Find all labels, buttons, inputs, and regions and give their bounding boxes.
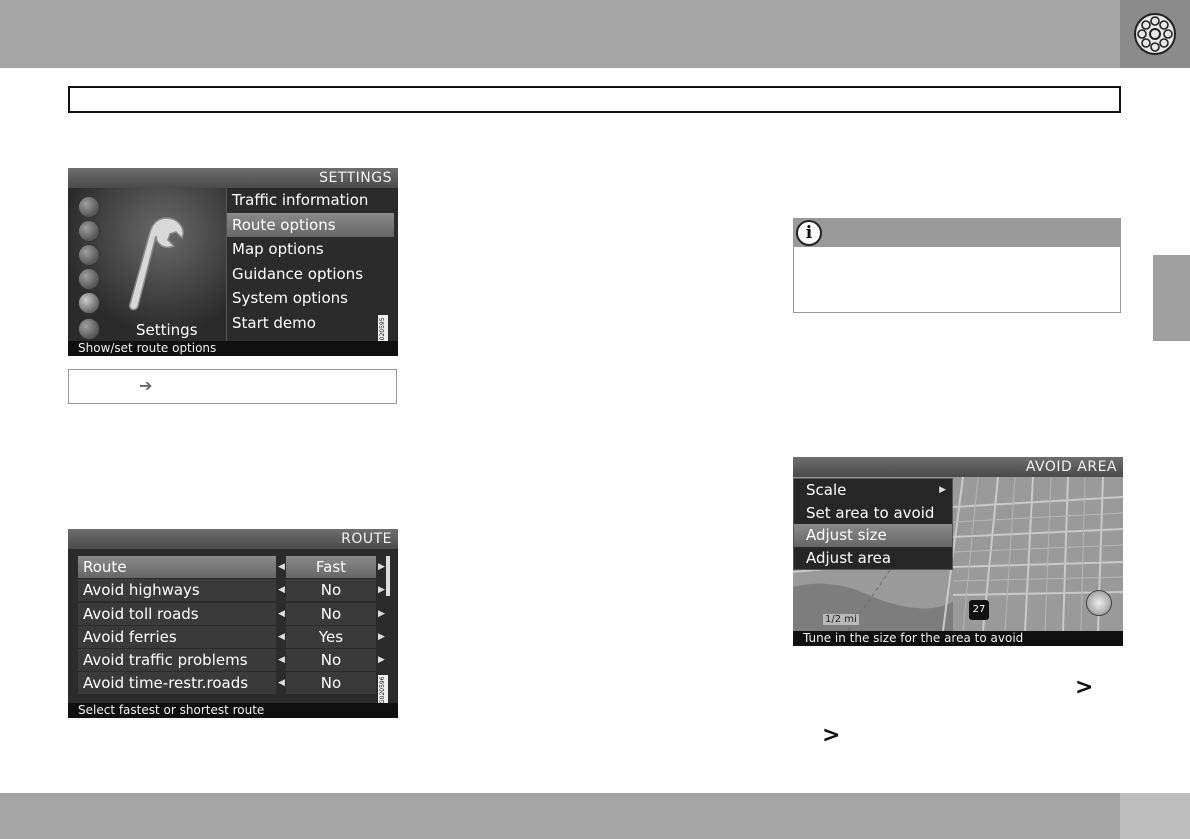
menu-item-traffic-information[interactable]: Traffic information: [227, 188, 398, 213]
status-bar: Show/set route options: [68, 341, 398, 356]
arrow-left-icon[interactable]: ◀: [278, 626, 286, 649]
route-row[interactable]: Avoid traffic problems ◀ No ▶: [78, 649, 388, 672]
footer-band: [0, 793, 1120, 839]
wrench-knob-icon: [78, 292, 100, 314]
chapter-tab: [1153, 255, 1190, 341]
scrollbar[interactable]: [386, 556, 390, 596]
arrow-right-icon[interactable]: ▶: [378, 626, 386, 649]
arrow-right-icon: ➔: [139, 376, 153, 395]
arrow-left-icon[interactable]: ◀: [278, 672, 286, 695]
chevron-right-icon: >: [822, 723, 841, 748]
page-number-box: [1120, 793, 1190, 839]
menu-item-adjust-size[interactable]: Adjust size: [794, 524, 952, 547]
status-bar: Tune in the size for the area to avoid: [793, 631, 1123, 646]
header-band: [0, 0, 1120, 68]
menu-item-label: Scale: [806, 481, 847, 499]
arrow-left-icon[interactable]: ◀: [278, 603, 286, 626]
emblem-icon: [1134, 13, 1176, 55]
menu-item-scale[interactable]: Scale ▶: [794, 479, 952, 502]
road-shield-icon: 27: [969, 600, 989, 620]
map-scale-label: 1/2 mi: [823, 614, 859, 625]
menu-item-system-options[interactable]: System options: [227, 286, 398, 311]
arrow-left-icon[interactable]: ◀: [278, 579, 286, 602]
knob-icon: [78, 244, 100, 266]
note-box: i: [793, 218, 1121, 313]
row-value: Fast: [286, 556, 376, 578]
row-label: Avoid ferries: [78, 625, 276, 648]
menu-item-set-area-to-avoid[interactable]: Set area to avoid: [794, 502, 952, 525]
row-value: No: [286, 579, 376, 602]
status-bar: Select fastest or shortest route: [68, 703, 398, 718]
menu-item-guidance-options[interactable]: Guidance options: [227, 262, 398, 287]
menu-item-route-options[interactable]: Route options: [227, 212, 394, 238]
info-icon: i: [796, 220, 822, 246]
settings-art: Settings: [68, 188, 226, 341]
submenu-arrow-icon: ▶: [939, 485, 946, 495]
row-value: No: [286, 649, 376, 672]
section-title-box: [68, 86, 1121, 113]
row-label: Route: [78, 556, 276, 578]
row-label: Avoid toll roads: [78, 602, 276, 625]
row-label: Avoid traffic problems: [78, 649, 276, 672]
settings-art-label: Settings: [136, 321, 198, 339]
route-row[interactable]: Avoid highways ◀ No ▶: [78, 579, 388, 602]
row-value: No: [286, 672, 376, 695]
knob-icon: [78, 220, 100, 242]
menu-item-start-demo[interactable]: Start demo: [227, 311, 398, 336]
arrow-left-icon[interactable]: ◀: [278, 556, 286, 579]
menu-path-box: ➔: [68, 369, 397, 404]
arrow-right-icon[interactable]: ▶: [378, 579, 386, 602]
arrow-right-icon[interactable]: ▶: [378, 556, 386, 579]
knob-icon: [78, 268, 100, 290]
row-value: No: [286, 602, 376, 625]
row-label: Avoid time-restr.roads: [78, 672, 276, 695]
chevron-right-icon: >: [1075, 675, 1094, 700]
route-row[interactable]: Avoid toll roads ◀ No ▶: [78, 602, 388, 626]
menu-item-adjust-area[interactable]: Adjust area: [794, 547, 952, 570]
wrench-icon: [128, 217, 184, 311]
arrow-left-icon[interactable]: ◀: [278, 649, 286, 672]
knob-icon: [78, 318, 100, 340]
arrow-right-icon[interactable]: ▶: [378, 603, 386, 626]
route-row[interactable]: Route ◀ Fast ▶: [78, 556, 388, 579]
arrow-right-icon[interactable]: ▶: [378, 649, 386, 672]
knob-icon: [78, 196, 100, 218]
row-label: Avoid highways: [78, 579, 276, 602]
avoid-area-screen: AVOID AREA 1/2 mi 27 Scale ▶ Set area to…: [793, 457, 1123, 646]
menu-item-map-options[interactable]: Map options: [227, 237, 398, 262]
route-row[interactable]: Avoid ferries ◀ Yes ▶: [78, 625, 388, 649]
avoid-area-menu: Scale ▶ Set area to avoid Adjust size Ad…: [793, 478, 953, 570]
screen-title: ROUTE: [68, 529, 398, 549]
settings-menu: Traffic information Route options Map op…: [226, 188, 398, 341]
route-options-list: Route ◀ Fast ▶ Avoid highways ◀ No ▶ Avo…: [78, 556, 388, 696]
settings-screen: SETTINGS Settings Traffic information Ro…: [68, 168, 398, 356]
route-screen: ROUTE Route ◀ Fast ▶ Avoid highways ◀ No…: [68, 529, 398, 718]
image-code: G020596: [378, 675, 388, 705]
compass-icon[interactable]: [1086, 590, 1112, 616]
screen-title: AVOID AREA: [793, 457, 1123, 477]
row-value: Yes: [286, 625, 376, 648]
route-row[interactable]: Avoid time-restr.roads ◀ No ▶: [78, 672, 388, 695]
note-header: i: [794, 219, 1120, 247]
screen-title: SETTINGS: [68, 168, 398, 188]
